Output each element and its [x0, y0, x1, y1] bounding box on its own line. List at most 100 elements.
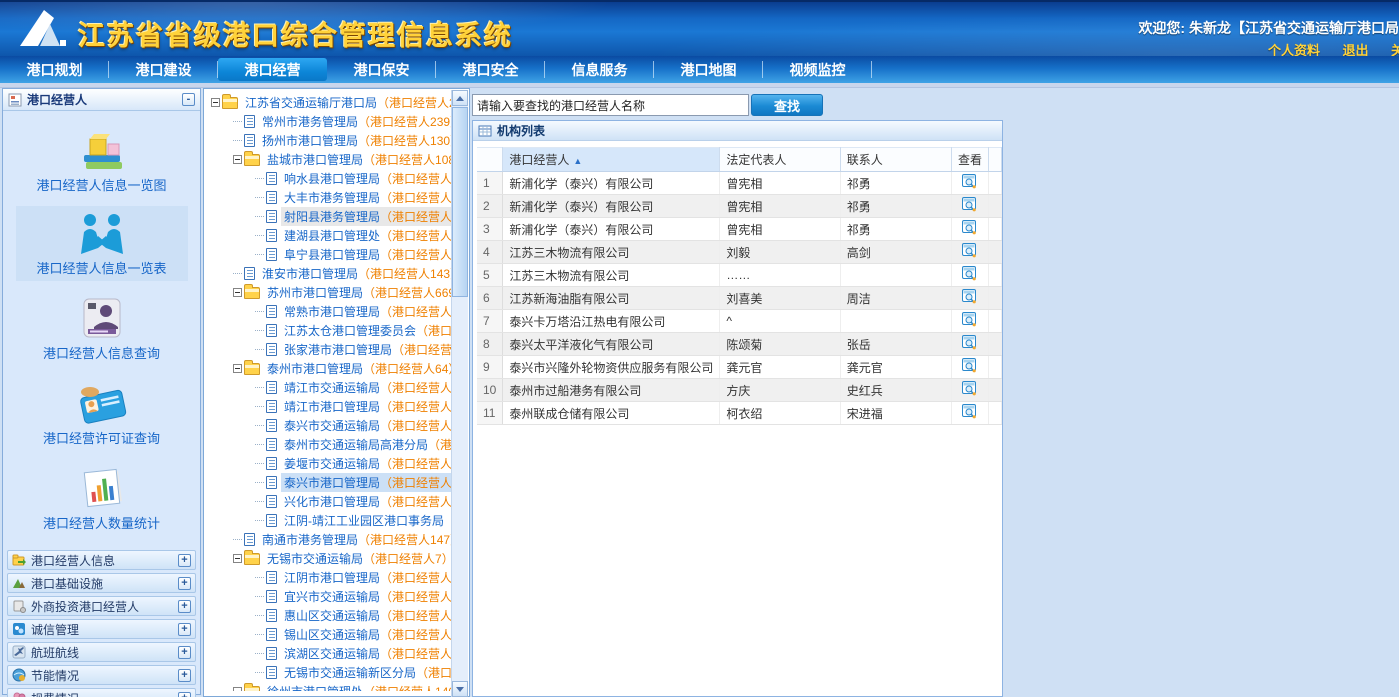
scroll-down-button[interactable]: [452, 681, 468, 697]
collapse-expander-icon[interactable]: [211, 98, 220, 107]
tree-node[interactable]: 射阳县港务管理局（港口经营人0）: [205, 207, 451, 226]
tree-node[interactable]: 扬州市港口管理局（港口经营人130）: [205, 131, 451, 150]
tab-8[interactable]: 视频监控: [763, 56, 872, 83]
expand-button[interactable]: +: [178, 623, 191, 636]
search-input[interactable]: [472, 94, 749, 116]
sidebar-item-license-query[interactable]: 港口经营许可证查询: [16, 376, 188, 451]
tree-node[interactable]: 徐州市港口管理处（港口经营人140）: [205, 682, 451, 691]
tab-6[interactable]: 信息服务: [545, 56, 654, 83]
expand-button[interactable]: +: [178, 669, 191, 682]
tree-node[interactable]: 泰兴市交通运输局（港口经营人0）: [205, 416, 451, 435]
tab-5[interactable]: 港口安全: [436, 56, 545, 83]
tree-node[interactable]: 兴化市港口管理局（港口经营人1）: [205, 492, 451, 511]
close-link[interactable]: 关闭: [1391, 43, 1399, 56]
tree-node[interactable]: 盐城市港口管理局（港口经营人108）: [205, 150, 451, 169]
tree-node[interactable]: 无锡市交通运输新区分局（港口经营: [205, 663, 451, 682]
tree-node[interactable]: 靖江市港口管理局（港口经营人26）: [205, 397, 451, 416]
tab-1[interactable]: 港口规划: [0, 56, 109, 83]
tab-4[interactable]: 港口保安: [327, 56, 436, 83]
tree-node[interactable]: 南通市港务管理局（港口经营人147）: [205, 530, 451, 549]
table-row[interactable]: 1新浦化学（泰兴）有限公司曾宪相祁勇: [477, 172, 1002, 195]
tree-node[interactable]: 泰州市交通运输局高港分局（港口经: [205, 435, 451, 454]
tab-2[interactable]: 港口建设: [109, 56, 218, 83]
sidebar-section-fees[interactable]: 规费情况 +: [7, 688, 196, 697]
search-button[interactable]: 查找: [751, 94, 823, 116]
sidebar-section-integrity[interactable]: 诚信管理 +: [7, 619, 196, 639]
expand-button[interactable]: +: [178, 577, 191, 590]
expand-button[interactable]: +: [178, 600, 191, 613]
tree-scrollbar[interactable]: [451, 90, 468, 697]
table-row[interactable]: 2新浦化学（泰兴）有限公司曾宪相祁勇: [477, 195, 1002, 218]
view-button[interactable]: [951, 333, 988, 356]
table-row[interactable]: 11泰州联成仓储有限公司柯衣绍宋进福: [477, 402, 1002, 425]
view-button[interactable]: [951, 172, 988, 195]
sidebar-item-count-stats[interactable]: 港口经营人数量统计: [16, 461, 188, 536]
expand-button[interactable]: +: [178, 646, 191, 659]
expand-button[interactable]: +: [178, 554, 191, 567]
view-button[interactable]: [951, 264, 988, 287]
expand-button[interactable]: +: [178, 692, 191, 697]
tree-node[interactable]: 无锡市交通运输局（港口经营人7）: [205, 549, 451, 568]
tree-node[interactable]: 常州市港务管理局（港口经营人239）: [205, 112, 451, 131]
sidebar-section-operator-info[interactable]: 港口经营人信息 +: [7, 550, 196, 570]
collapse-expander-icon[interactable]: [233, 364, 242, 373]
view-button[interactable]: [951, 402, 988, 425]
tree-node[interactable]: 江苏省交通运输厅港口局（港口经营人200: [205, 93, 451, 112]
col-legal-rep[interactable]: 法定代表人: [720, 148, 840, 172]
view-button[interactable]: [951, 310, 988, 333]
tree-node[interactable]: 靖江市交通运输局（港口经营人0）: [205, 378, 451, 397]
tree-node[interactable]: 江阴-靖江工业园区港口事务局（港口: [205, 511, 451, 530]
tree-node[interactable]: 江阴市港口管理局（港口经营人2）: [205, 568, 451, 587]
table-row[interactable]: 4江苏三木物流有限公司刘毅高剑: [477, 241, 1002, 264]
table-row[interactable]: 5江苏三木物流有限公司……: [477, 264, 1002, 287]
tree-node[interactable]: 淮安市港口管理局（港口经营人143）: [205, 264, 451, 283]
table-row[interactable]: 3新浦化学（泰兴）有限公司曾宪相祁勇: [477, 218, 1002, 241]
sidebar-section-energy[interactable]: 节能情况 +: [7, 665, 196, 685]
scroll-up-button[interactable]: [452, 90, 468, 106]
table-row[interactable]: 8泰兴太平洋液化气有限公司陈颂菊张岳: [477, 333, 1002, 356]
sidebar-section-flight-routes[interactable]: 航班航线 +: [7, 642, 196, 662]
tree-node[interactable]: 阜宁县港口管理局（港口经营人0）: [205, 245, 451, 264]
tree-node[interactable]: 常熟市港口管理局（港口经营人127: [205, 302, 451, 321]
tab-3[interactable]: 港口经营: [218, 58, 327, 81]
collapse-expander-icon[interactable]: [233, 554, 242, 563]
scroll-thumb[interactable]: [452, 107, 468, 297]
table-row[interactable]: 9泰兴市兴隆外轮物资供应服务有限公司龚元官龚元官: [477, 356, 1002, 379]
tree-node[interactable]: 泰州市港口管理局（港口经营人64）: [205, 359, 451, 378]
view-button[interactable]: [951, 218, 988, 241]
tree-node[interactable]: 苏州市港口管理局（港口经营人669）: [205, 283, 451, 302]
tree-node[interactable]: 张家港市港口管理局（港口经营人10: [205, 340, 451, 359]
sidebar-item-overview-map[interactable]: 港口经营人信息一览图: [16, 123, 188, 198]
tree-node[interactable]: 滨湖区交通运输局（港口经营人1）: [205, 644, 451, 663]
col-operator[interactable]: 港口经营人▲: [503, 148, 720, 172]
sidebar-item-info-query[interactable]: 港口经营人信息查询: [16, 291, 188, 366]
tree-node[interactable]: 锡山区交通运输局（港口经营人1）: [205, 625, 451, 644]
tab-7[interactable]: 港口地图: [654, 56, 763, 83]
table-row[interactable]: 7泰兴卡万塔沿江热电有限公司^: [477, 310, 1002, 333]
tree-node[interactable]: 泰兴市港口管理局（港口经营人11）: [205, 473, 451, 492]
tree-node[interactable]: 大丰市港务管理局（港口经营人0）: [205, 188, 451, 207]
collapse-expander-icon[interactable]: [233, 288, 242, 297]
collapse-expander-icon[interactable]: [233, 155, 242, 164]
tree-node[interactable]: 宜兴市交通运输局（港口经营人2）: [205, 587, 451, 606]
sidebar-section-infrastructure[interactable]: 港口基础设施 +: [7, 573, 196, 593]
view-button[interactable]: [951, 379, 988, 402]
table-row[interactable]: 6江苏新海油脂有限公司刘喜美周洁: [477, 287, 1002, 310]
tree-node[interactable]: 建湖县港口管理处（港口经营人0）: [205, 226, 451, 245]
view-button[interactable]: [951, 241, 988, 264]
logout-link[interactable]: 退出: [1343, 43, 1369, 56]
view-button[interactable]: [951, 287, 988, 310]
col-contact[interactable]: 联系人: [840, 148, 951, 172]
tree-node[interactable]: 江苏太仓港口管理委员会（港口经营: [205, 321, 451, 340]
sidebar-section-foreign-investors[interactable]: 外商投资港口经营人 +: [7, 596, 196, 616]
sidebar-item-overview-table[interactable]: 港口经营人信息一览表: [16, 206, 188, 281]
tree-node[interactable]: 惠山区交通运输局（港口经营人0）: [205, 606, 451, 625]
collapse-expander-icon[interactable]: [233, 687, 242, 691]
view-button[interactable]: [951, 195, 988, 218]
table-row[interactable]: 10泰州市过船港务有限公司方庆史红兵: [477, 379, 1002, 402]
view-button[interactable]: [951, 356, 988, 379]
tree-node[interactable]: 响水县港口管理局（港口经营人0）: [205, 169, 451, 188]
collapse-button[interactable]: -: [182, 93, 195, 106]
tree-node[interactable]: 姜堰市交通运输局（港口经营人0）: [205, 454, 451, 473]
profile-link[interactable]: 个人资料: [1268, 43, 1320, 56]
